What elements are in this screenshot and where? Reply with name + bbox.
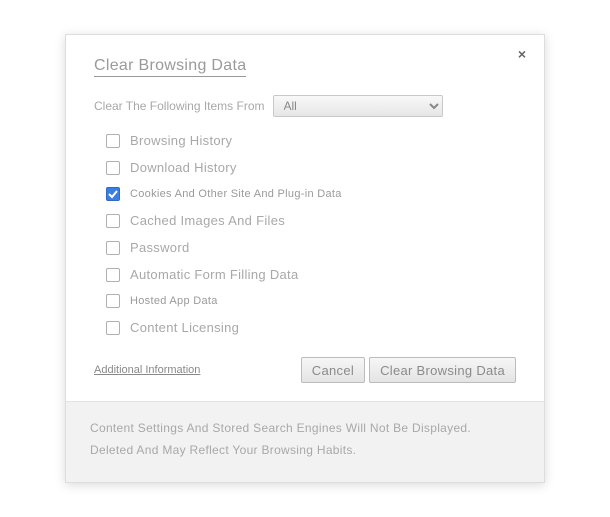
clear-browsing-dialog: × Clear Browsing Data Clear The Followin… [65, 34, 545, 482]
checkbox-cached[interactable] [106, 214, 120, 228]
option-label: Hosted App Data [130, 295, 218, 307]
dialog-footer: Content Settings And Stored Search Engin… [66, 401, 544, 481]
checkbox-cookies[interactable] [106, 187, 120, 201]
option-label: Automatic Form Filling Data [130, 267, 298, 282]
option-autofill[interactable]: Automatic Form Filling Data [106, 267, 516, 282]
option-label: Download History [130, 160, 237, 175]
additional-info-link[interactable]: Additional Information [94, 364, 200, 376]
time-range-label: Clear The Following Items From [94, 99, 265, 113]
option-label: Browsing History [130, 133, 232, 148]
checkbox-browsing-history[interactable] [106, 134, 120, 148]
options-list: Browsing History Download History Cookie… [94, 133, 516, 335]
time-range-row: Clear The Following Items From All [94, 95, 516, 117]
option-password[interactable]: Password [106, 240, 516, 255]
checkbox-autofill[interactable] [106, 268, 120, 282]
dialog-body: Clear Browsing Data Clear The Following … [66, 35, 544, 401]
option-label: Content Licensing [130, 320, 239, 335]
option-cookies[interactable]: Cookies And Other Site And Plug-in Data [106, 187, 516, 201]
checkbox-password[interactable] [106, 241, 120, 255]
option-label: Cached Images And Files [130, 213, 285, 228]
checkbox-content-licensing[interactable] [106, 321, 120, 335]
option-label: Cookies And Other Site And Plug-in Data [130, 188, 342, 200]
option-cached[interactable]: Cached Images And Files [106, 213, 516, 228]
cancel-button[interactable]: Cancel [301, 357, 365, 383]
option-hosted-app[interactable]: Hosted App Data [106, 294, 516, 308]
time-range-select[interactable]: All [273, 95, 443, 117]
close-icon[interactable]: × [514, 47, 530, 63]
option-label: Password [130, 240, 189, 255]
option-browsing-history[interactable]: Browsing History [106, 133, 516, 148]
clear-data-button[interactable]: Clear Browsing Data [369, 357, 516, 383]
actions-row: Additional Information Cancel Clear Brow… [94, 357, 516, 383]
button-group: Cancel Clear Browsing Data [301, 357, 516, 383]
footer-line1: Content Settings And Stored Search Engin… [90, 418, 520, 440]
footer-line2: Deleted And May Reflect Your Browsing Ha… [90, 440, 520, 462]
option-content-licensing[interactable]: Content Licensing [106, 320, 516, 335]
option-download-history[interactable]: Download History [106, 160, 516, 175]
checkbox-download-history[interactable] [106, 161, 120, 175]
dialog-title: Clear Browsing Data [94, 57, 246, 77]
checkbox-hosted-app[interactable] [106, 294, 120, 308]
